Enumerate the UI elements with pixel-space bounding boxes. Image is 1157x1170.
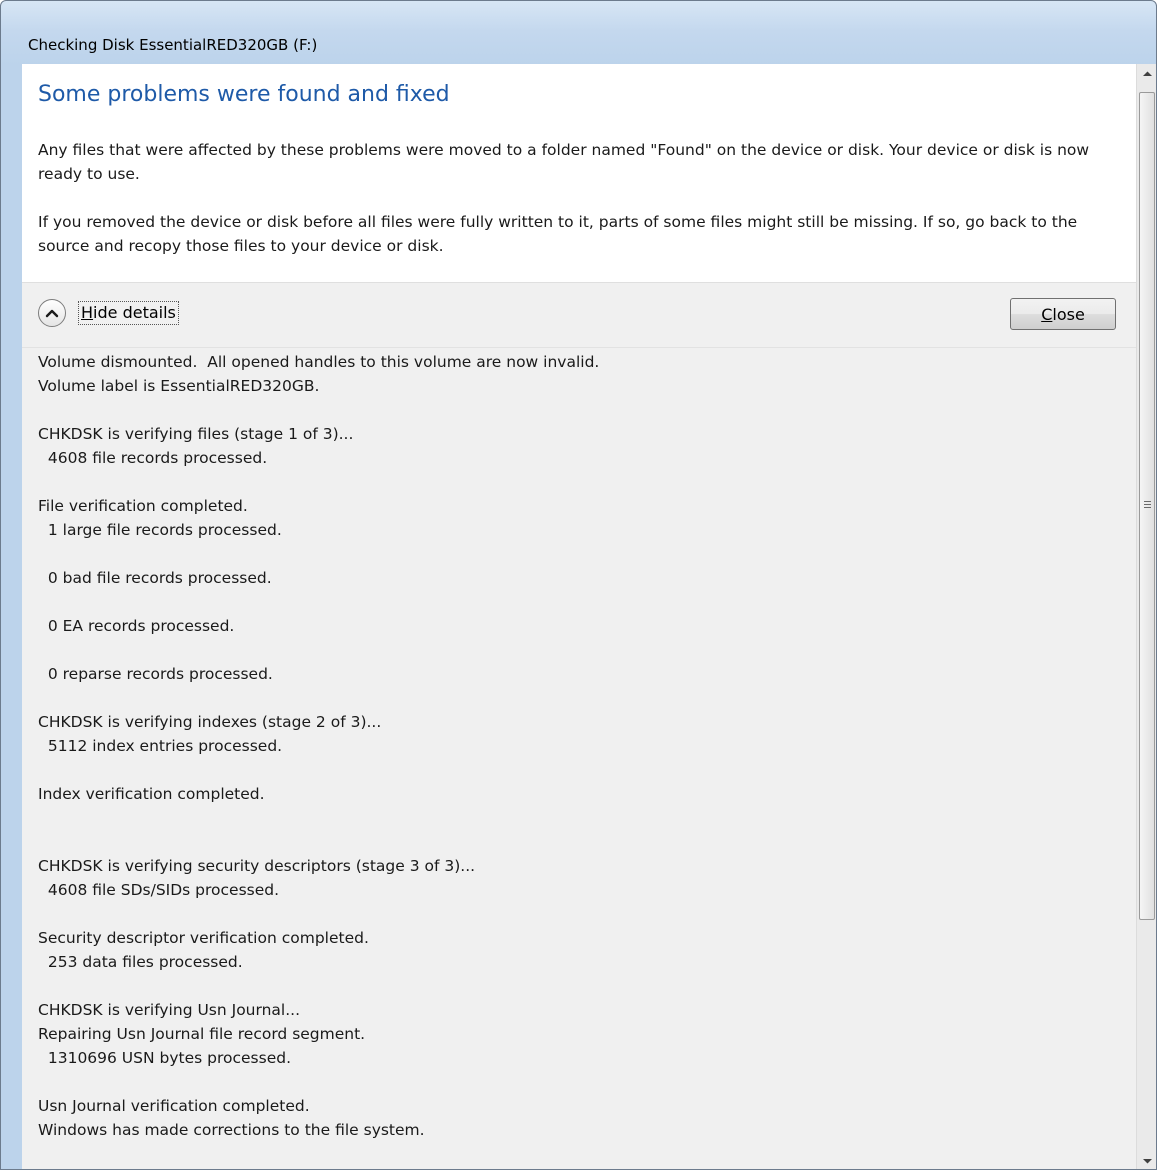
result-heading: Some problems were found and fixed <box>38 82 450 107</box>
hide-details-mnemonic: H <box>81 303 94 322</box>
close-rest: lose <box>1052 304 1085 324</box>
log-line: File verification completed. <box>38 497 248 515</box>
log-line: CHKDSK is verifying files (stage 1 of 3)… <box>38 425 354 443</box>
missing-files-message: If you removed the device or disk before… <box>38 213 1078 255</box>
log-line: Usn Journal verification completed. <box>38 1097 310 1115</box>
log-line: 0 EA records processed. <box>38 617 235 635</box>
hide-details-label[interactable]: Hide details <box>78 301 179 325</box>
log-line: 1310696 USN bytes processed. <box>38 1049 292 1067</box>
close-mnemonic: C <box>1041 304 1053 324</box>
log-line: Index verification completed. <box>38 785 265 803</box>
log-line: 4608 file SDs/SIDs processed. <box>38 881 280 899</box>
scroll-up-arrow-icon[interactable] <box>1137 64 1156 84</box>
hide-details-rest: ide details <box>93 303 176 322</box>
window-title: Checking Disk EssentialRED320GB (F:) <box>28 36 318 54</box>
close-button[interactable]: Close <box>1010 298 1116 330</box>
log-line: 0 reparse records processed. <box>38 665 273 683</box>
log-line: 253 data files processed. <box>38 953 243 971</box>
grip-line <box>1144 507 1151 508</box>
log-line: CHKDSK is verifying security descriptors… <box>38 857 476 875</box>
log-line: 1 large file records processed. <box>38 521 282 539</box>
log-line: Repairing Usn Journal file record segmen… <box>38 1025 366 1043</box>
hide-details-toggle[interactable]: Hide details <box>38 298 179 328</box>
scroll-down-arrow-icon[interactable] <box>1137 1151 1156 1169</box>
dialog-client-area: Some problems were found and fixed Any f… <box>22 64 1136 1169</box>
log-line: CHKDSK is verifying Usn Journal... <box>38 1001 301 1019</box>
log-line: CHKDSK is verifying indexes (stage 2 of … <box>38 713 382 731</box>
result-summary-section: Some problems were found and fixed Any f… <box>22 64 1136 283</box>
log-line: Security descriptor verification complet… <box>38 929 369 947</box>
vertical-scrollbar[interactable] <box>1136 64 1156 1169</box>
found-folder-message: Any files that were affected by these pr… <box>38 141 1090 183</box>
log-line: Volume dismounted. All opened handles to… <box>38 353 600 371</box>
chevron-up-icon[interactable] <box>38 299 66 327</box>
log-line: Windows has made corrections to the file… <box>38 1121 425 1139</box>
log-line: 4608 file records processed. <box>38 449 268 467</box>
chkdsk-log: Volume dismounted. All opened handles to… <box>22 348 1136 1169</box>
chkdsk-dialog-window: Checking Disk EssentialRED320GB (F:) Som… <box>0 0 1157 1170</box>
log-line: 5112 index entries processed. <box>38 737 283 755</box>
grip-line <box>1144 504 1151 505</box>
log-line: Volume label is EssentialRED320GB. <box>38 377 320 395</box>
grip-line <box>1144 501 1151 502</box>
title-bar[interactable]: Checking Disk EssentialRED320GB (F:) <box>1 1 1156 63</box>
details-toolbar: Hide details Close <box>22 283 1136 348</box>
log-line: 0 bad file records processed. <box>38 569 272 587</box>
scroll-thumb[interactable] <box>1139 92 1155 920</box>
